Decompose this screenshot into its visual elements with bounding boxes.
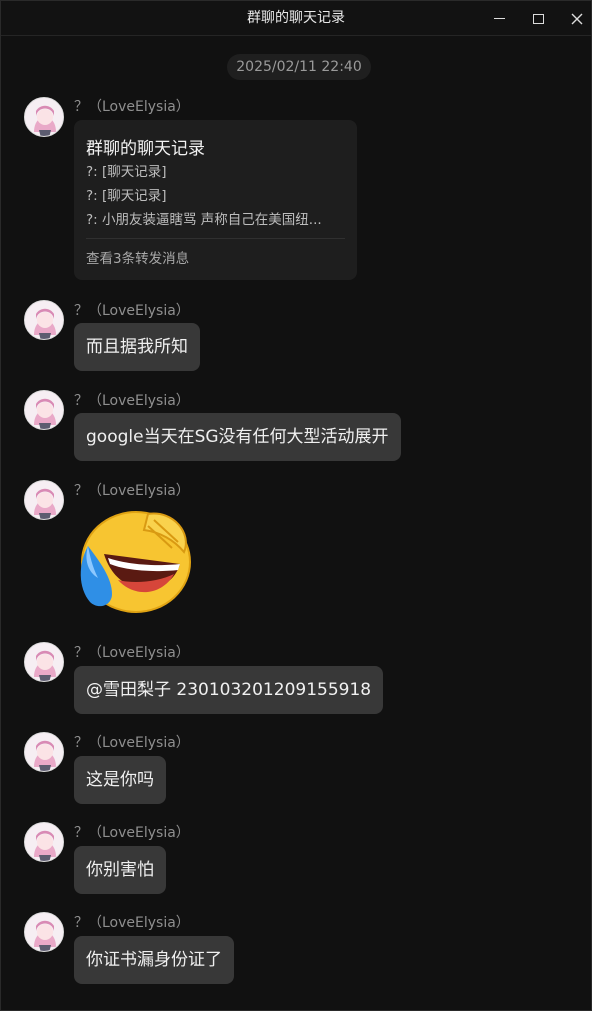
avatar[interactable] [24, 732, 64, 772]
forward-card-footer: 查看3条转发消息 [86, 251, 190, 267]
sender-name: ？（LoveElysia） [74, 393, 190, 409]
laughing-crying-emoji-icon[interactable] [74, 506, 194, 616]
avatar-image [25, 733, 63, 771]
avatar-image [25, 643, 63, 681]
forward-card-divider [86, 238, 345, 239]
avatar[interactable] [24, 480, 64, 520]
forward-card-line: ?: [聊天记录] [86, 164, 167, 180]
sender-name: ？（LoveElysia） [74, 735, 190, 751]
chat-history-window: 群聊的聊天记录 2025/02/11 22:40 ？（LoveElysia） 群… [0, 0, 592, 1011]
minimize-button[interactable] [481, 1, 517, 36]
sender-name: ？（LoveElysia） [74, 825, 190, 841]
message-bubble[interactable]: 你别害怕 [74, 846, 166, 894]
sender-name: ？（LoveElysia） [74, 645, 190, 661]
sender-name: ？（LoveElysia） [74, 99, 190, 115]
forwarded-history-card[interactable]: 群聊的聊天记录 ?: [聊天记录] ?: [聊天记录] ?: 小朋友装逼瞎骂 声… [74, 120, 357, 280]
avatar-image [25, 913, 63, 951]
sender-name: ？（LoveElysia） [74, 303, 190, 319]
date-separator: 2025/02/11 22:40 [227, 54, 371, 80]
title-bar[interactable]: 群聊的聊天记录 [1, 1, 591, 36]
avatar[interactable] [24, 822, 64, 862]
sender-name: ？（LoveElysia） [74, 483, 190, 499]
message-bubble[interactable]: @雪田梨子 230103201209155918 [74, 666, 384, 714]
forward-card-title: 群聊的聊天记录 [86, 139, 205, 159]
close-icon [571, 13, 583, 24]
avatar-image [25, 823, 63, 861]
avatar[interactable] [24, 300, 64, 340]
avatar[interactable] [24, 912, 64, 952]
avatar-image [25, 391, 63, 429]
avatar[interactable] [24, 642, 64, 682]
close-button[interactable] [559, 1, 592, 36]
message-bubble[interactable]: 这是你吗 [74, 756, 166, 804]
maximize-button[interactable] [520, 1, 556, 36]
avatar-image [25, 98, 63, 136]
avatar-image [25, 301, 63, 339]
forward-card-line: ?: [聊天记录] [86, 188, 167, 204]
avatar[interactable] [24, 97, 64, 137]
message-bubble[interactable]: google当天在SG没有任何大型活动展开 [74, 413, 401, 461]
sender-name: ？（LoveElysia） [74, 915, 190, 931]
minimize-icon [493, 18, 505, 19]
forward-card-line: ?: 小朋友装逼瞎骂 声称自己在美国纽... [86, 212, 322, 228]
avatar-image [25, 481, 63, 519]
avatar[interactable] [24, 390, 64, 430]
maximize-icon [532, 13, 544, 24]
message-bubble[interactable]: 你证书漏身份证了 [74, 936, 234, 984]
message-bubble[interactable]: 而且据我所知 [74, 323, 200, 371]
